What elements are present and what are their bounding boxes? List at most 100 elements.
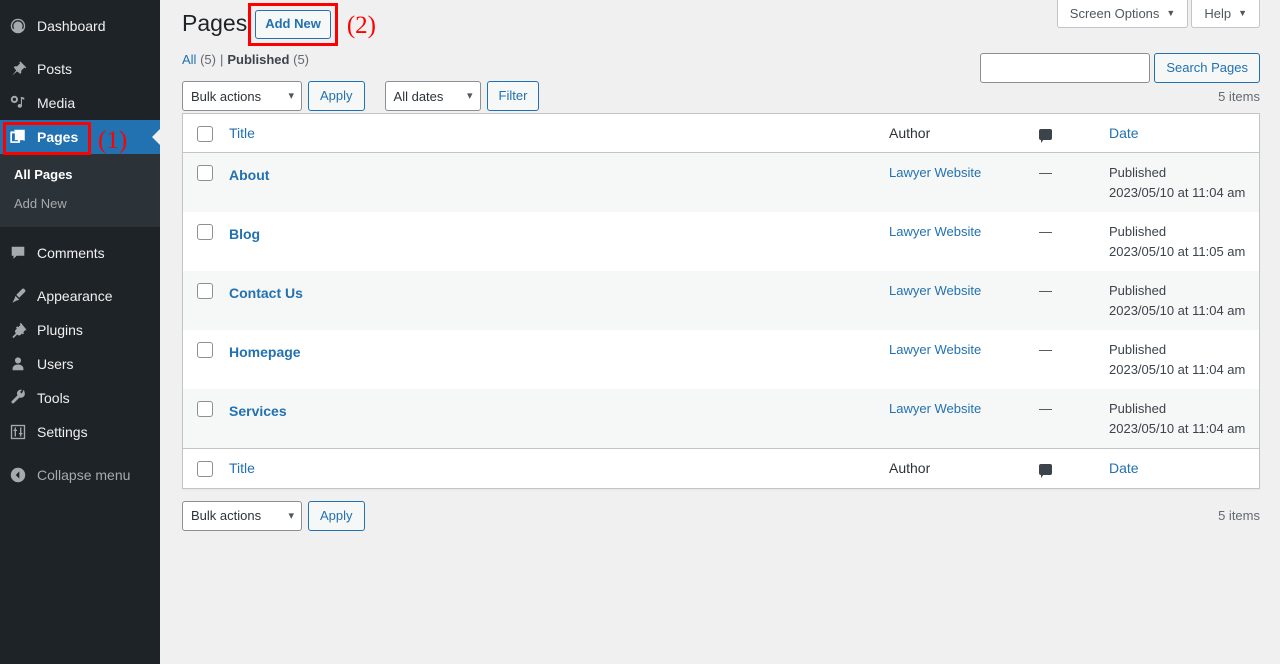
filter-button[interactable]: Filter	[486, 81, 540, 112]
row-checkbox[interactable]	[197, 342, 213, 359]
sidebar-item-media[interactable]: Media	[0, 86, 160, 120]
annotation-label-2: (2)	[346, 11, 376, 39]
sort-by-title-link[interactable]: Title	[229, 125, 255, 141]
select-all-checkbox[interactable]	[197, 126, 213, 143]
row-checkbox[interactable]	[197, 224, 213, 241]
page-title-link[interactable]: Contact Us	[229, 281, 303, 304]
apply-bulk-action-button-bottom[interactable]: Apply	[308, 500, 365, 531]
comment-icon	[8, 243, 28, 263]
wp-admin-screen: Dashboard Posts Media Pages All Pages Ad…	[0, 0, 1280, 664]
table-body: About Lawyer Website — Published 2023/05…	[183, 153, 1259, 449]
table-head: Title Author Date	[183, 114, 1259, 154]
row-date-status: Published	[1109, 165, 1167, 181]
screen-options-button[interactable]: Screen Options ▼	[1056, 0, 1189, 28]
annotation-label-1: (1)	[98, 127, 128, 154]
column-footer-author-label: Author	[889, 460, 931, 477]
sidebar-item-all-pages[interactable]: All Pages	[0, 161, 160, 190]
row-checkbox[interactable]	[197, 283, 213, 300]
author-link[interactable]: Lawyer Website	[889, 401, 981, 416]
author-link[interactable]: Lawyer Website	[889, 165, 981, 180]
dashboard-icon	[8, 16, 28, 36]
sort-by-date-link[interactable]: Date	[1109, 125, 1139, 141]
row-select-cell	[183, 389, 229, 449]
author-link[interactable]: Lawyer Website	[889, 224, 981, 239]
sidebar-item-label: Posts	[37, 61, 73, 77]
pages-icon	[8, 127, 28, 147]
page-title-link[interactable]: About	[229, 163, 269, 186]
media-icon	[8, 93, 28, 113]
row-comments-cell: —	[1039, 342, 1052, 358]
page-title-link[interactable]: Services	[229, 399, 287, 422]
sidebar-item-tools[interactable]: Tools	[0, 381, 160, 415]
sidebar-item-label: Appearance	[37, 287, 113, 304]
filter-all: All (5)	[182, 47, 216, 73]
column-header-date: Date	[1109, 114, 1259, 154]
row-title-cell: Contact Us	[229, 271, 889, 331]
row-date-status: Published	[1109, 342, 1167, 358]
sidebar-item-appearance[interactable]: Appearance	[0, 279, 160, 313]
date-filter-group: All dates ▾ Filter	[384, 81, 540, 112]
sidebar-item-pages[interactable]: Pages	[0, 120, 160, 154]
filter-separator: |	[219, 52, 224, 68]
sidebar-item-posts[interactable]: Posts	[0, 52, 160, 86]
sidebar-item-collapse-menu[interactable]: Collapse menu	[0, 458, 160, 492]
sort-by-date-link-footer[interactable]: Date	[1109, 460, 1139, 476]
row-select-cell	[183, 271, 229, 331]
date-filter-select[interactable]: All dates	[384, 81, 481, 112]
sidebar-item-add-new-page[interactable]: Add New	[0, 190, 160, 219]
table-foot: Title Author Date	[183, 448, 1259, 488]
comment-bubble-icon[interactable]	[1039, 128, 1052, 143]
sidebar-item-label: All Pages	[14, 167, 73, 182]
filter-published-link[interactable]: Published	[227, 52, 289, 67]
sidebar-item-plugins[interactable]: Plugins	[0, 313, 160, 347]
sidebar-item-label: Media	[37, 95, 76, 111]
sidebar-item-label: Tools	[37, 389, 70, 406]
bulk-actions-select-wrapper-bottom: Bulk actions ▾	[182, 500, 302, 531]
bulk-actions-select-bottom[interactable]: Bulk actions	[182, 500, 302, 531]
row-comments-cell: —	[1039, 271, 1109, 331]
row-author-cell: Lawyer Website	[889, 389, 1039, 449]
filter-all-link[interactable]: All	[182, 52, 196, 67]
sidebar-item-label: Collapse menu	[37, 466, 131, 483]
row-date-value: 2023/05/10 at 11:04 am	[1109, 302, 1246, 318]
column-footer-comments	[1039, 448, 1109, 488]
column-header-author-label: Author	[889, 125, 931, 142]
add-new-button[interactable]: Add New	[255, 10, 331, 40]
bulk-actions-select[interactable]: Bulk actions	[182, 81, 302, 112]
comment-bubble-icon[interactable]	[1039, 464, 1052, 479]
sidebar-item-settings[interactable]: Settings	[0, 415, 160, 449]
sidebar-item-label: Settings	[37, 423, 88, 440]
column-header-author: Author	[889, 114, 1039, 154]
page-title-link[interactable]: Blog	[229, 222, 260, 245]
tablenav-top: Bulk actions ▾ Apply All dates ▾ Filter …	[182, 79, 1260, 113]
main-content: Screen Options ▼ Help ▼ Pages Add New (2…	[160, 0, 1280, 664]
apply-bulk-action-button[interactable]: Apply	[308, 81, 365, 112]
sidebar-item-dashboard[interactable]: Dashboard	[0, 9, 160, 43]
row-select-cell	[183, 212, 229, 271]
sidebar-item-users[interactable]: Users	[0, 347, 160, 381]
filter-published: Published (5)	[227, 47, 309, 73]
date-filter-select-wrapper: All dates ▾	[384, 81, 481, 112]
row-date-cell: Published 2023/05/10 at 11:04 am	[1109, 153, 1259, 213]
chevron-down-icon: ▼	[1166, 8, 1176, 18]
row-title-cell: About	[229, 153, 889, 213]
select-all-checkbox-footer[interactable]	[197, 461, 213, 478]
sort-by-title-link-footer[interactable]: Title	[229, 460, 255, 476]
table-row: Contact Us Lawyer Website — Published 20…	[183, 271, 1259, 331]
help-button[interactable]: Help ▼	[1191, 0, 1260, 28]
row-date-cell: Published 2023/05/10 at 11:05 am	[1109, 212, 1259, 271]
row-select-cell	[183, 153, 229, 213]
row-comments-cell: —	[1039, 389, 1109, 449]
row-date-cell: Published 2023/05/10 at 11:04 am	[1109, 330, 1259, 389]
filter-all-count: (5)	[200, 52, 216, 68]
row-checkbox[interactable]	[197, 401, 213, 418]
author-link[interactable]: Lawyer Website	[889, 283, 981, 298]
row-author-cell: Lawyer Website	[889, 212, 1039, 271]
table-row: Blog Lawyer Website — Published 2023/05/…	[183, 212, 1259, 271]
tools-wrench-icon	[8, 388, 28, 408]
row-checkbox[interactable]	[197, 165, 213, 182]
row-date-status: Published	[1109, 224, 1167, 240]
author-link[interactable]: Lawyer Website	[889, 342, 981, 357]
page-title-link[interactable]: Homepage	[229, 340, 301, 363]
sidebar-item-comments[interactable]: Comments	[0, 236, 160, 270]
